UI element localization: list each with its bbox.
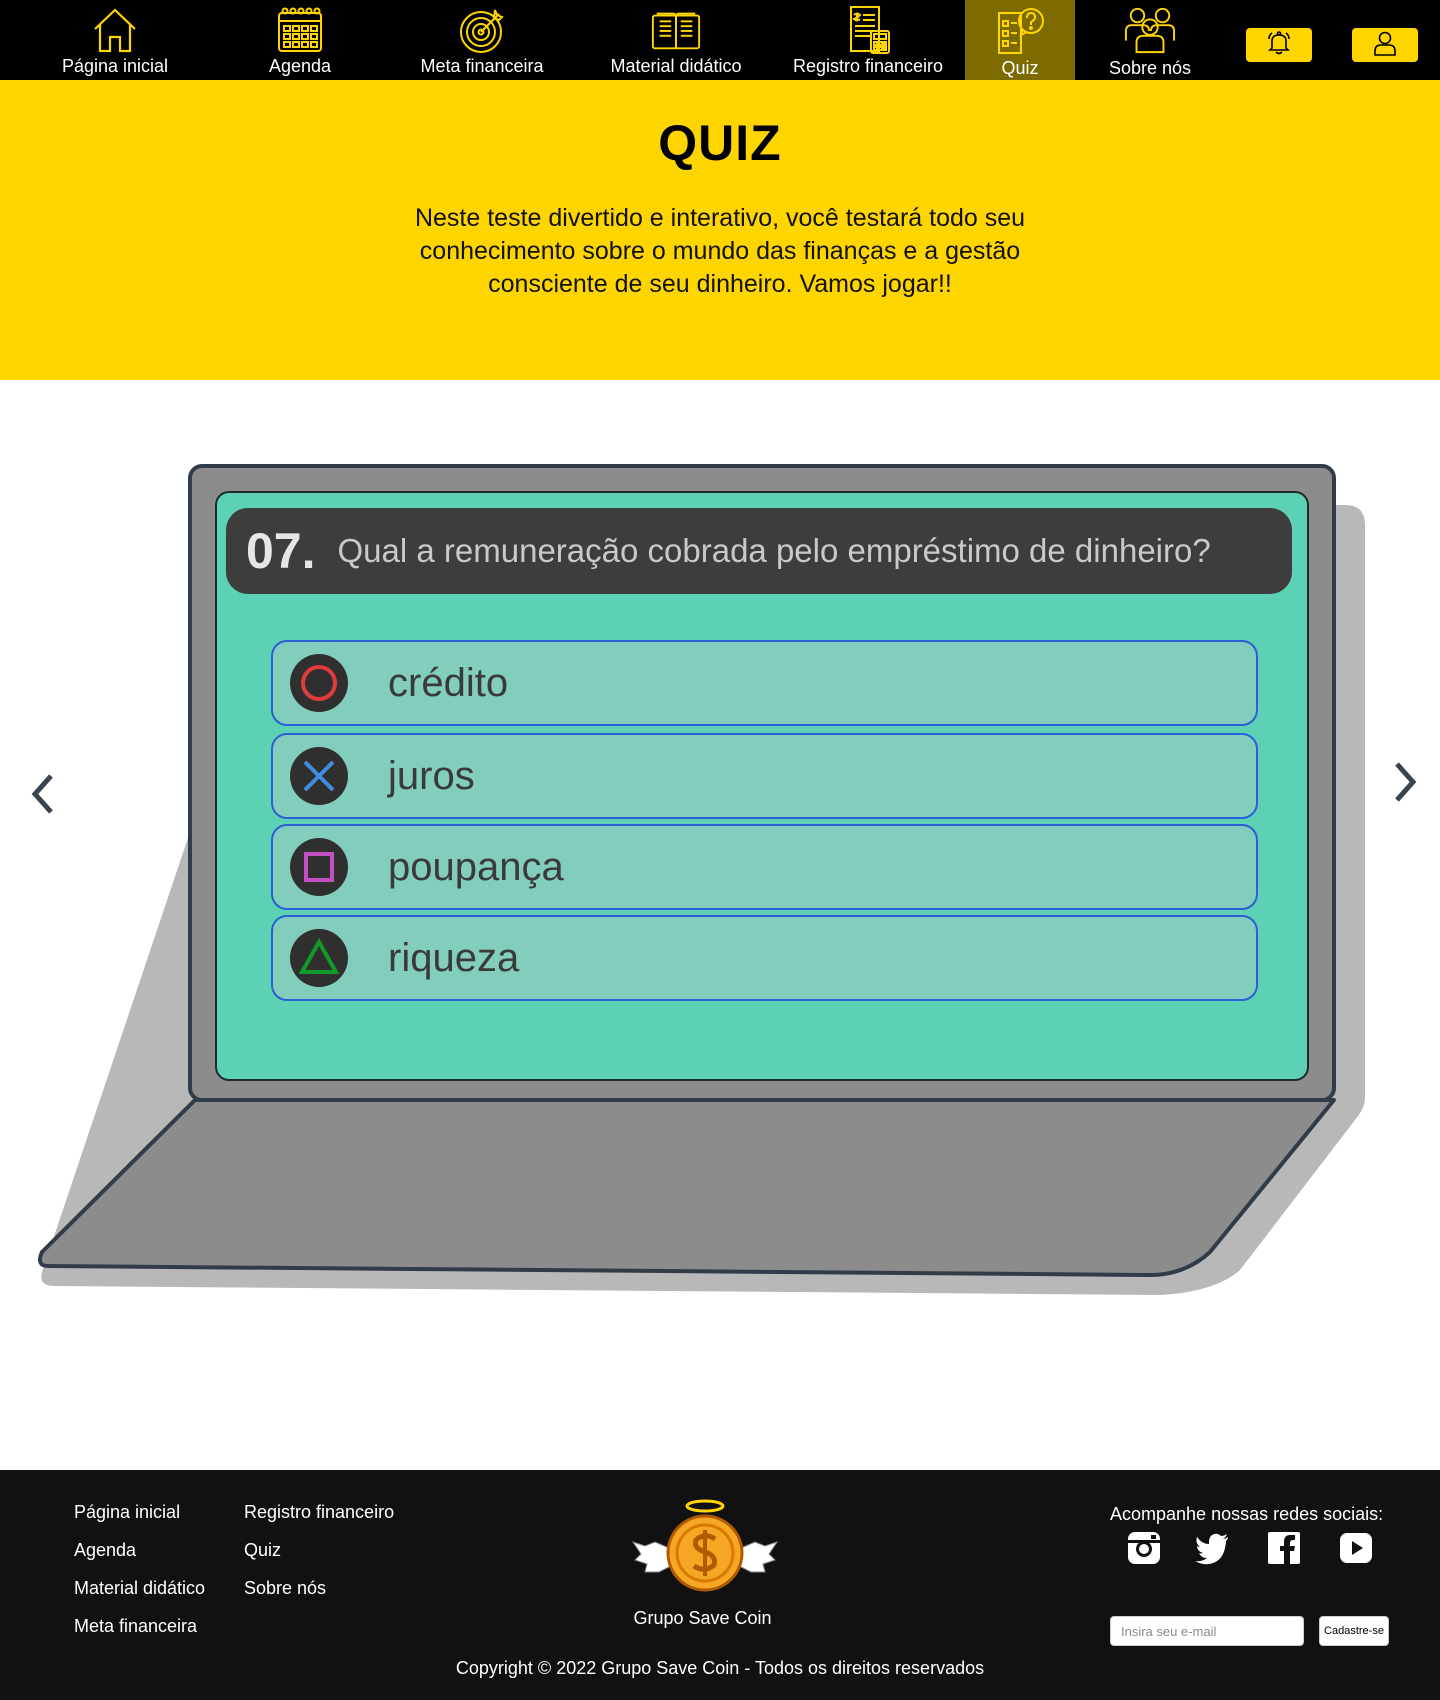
next-question-button[interactable]: [1386, 754, 1426, 814]
nav-label: Agenda: [268, 56, 332, 76]
social-title: Acompanhe nossas redes sociais:: [1110, 1504, 1384, 1524]
nav-item-home[interactable]: Página inicial: [55, 0, 175, 80]
page-title: QUIZ: [658, 115, 782, 171]
footer-link-meta-financeira[interactable]: Meta financeira: [74, 1616, 197, 1637]
square-icon: [290, 838, 348, 896]
footer-link-sobre-nos[interactable]: Sobre nós: [244, 1578, 326, 1599]
nav-label: Quiz: [1001, 58, 1039, 78]
top-nav: Página inicial Agenda Meta financeira Ma…: [0, 0, 1440, 80]
option-label: poupança: [388, 844, 564, 889]
ledger-icon: [842, 4, 894, 56]
nav-label: Material didático: [610, 56, 742, 76]
footer-link-registro-financeiro[interactable]: Registro financeiro: [244, 1502, 394, 1523]
footer-link-agenda[interactable]: Agenda: [74, 1540, 136, 1561]
quiz-laptop: 07. Qual a remuneração cobrada pelo empr…: [0, 440, 1440, 1340]
youtube-icon[interactable]: [1338, 1530, 1374, 1566]
user-icon: [1372, 30, 1398, 61]
newsletter-email-input[interactable]: [1110, 1616, 1304, 1646]
nav-label: Página inicial: [61, 56, 169, 76]
nav-label: Registro financeiro: [792, 56, 944, 76]
nav-item-meta-financeira[interactable]: Meta financeira: [412, 0, 552, 80]
nav-item-registro-financeiro[interactable]: Registro financeiro: [790, 0, 946, 80]
nav-label: Sobre nós: [1108, 58, 1192, 78]
calendar-icon: [274, 4, 326, 56]
home-icon: [89, 4, 141, 56]
bell-icon: [1266, 30, 1292, 61]
previous-question-button[interactable]: [22, 766, 62, 826]
footer: Página inicial Agenda Material didático …: [0, 1470, 1440, 1700]
target-icon: [456, 4, 508, 56]
hero-description: Neste teste divertido e interativo, você…: [414, 204, 1026, 298]
nav-item-sobre-nos[interactable]: Sobre nós: [1095, 0, 1205, 80]
team-icon: [1124, 4, 1176, 56]
copyright-text: Copyright © 2022 Grupo Save Coin - Todos…: [455, 1658, 985, 1678]
nav-item-agenda[interactable]: Agenda: [250, 0, 350, 80]
nav-item-material-didatico[interactable]: Material didático: [605, 0, 747, 80]
profile-button[interactable]: [1352, 28, 1418, 62]
question-number: 07.: [246, 523, 316, 579]
quiz-icon: [994, 4, 1046, 56]
facebook-icon[interactable]: [1266, 1530, 1302, 1566]
question-bar: 07. Qual a remuneração cobrada pelo empr…: [226, 508, 1292, 594]
footer-brand: Grupo Save Coin: [633, 1608, 772, 1628]
answer-option-credito[interactable]: crédito: [271, 640, 1258, 726]
chevron-left-icon: [27, 772, 57, 821]
cross-icon: [290, 747, 348, 805]
circle-icon: [290, 654, 348, 712]
instagram-icon[interactable]: [1126, 1530, 1162, 1566]
notification-button[interactable]: [1246, 28, 1312, 62]
question-text: Qual a remuneração cobrada pelo emprésti…: [337, 532, 1211, 569]
option-label: crédito: [388, 660, 509, 705]
footer-link-material-didatico[interactable]: Material didático: [74, 1578, 205, 1599]
hero-banner: QUIZ Neste teste divertido e interativo,…: [0, 80, 1440, 380]
footer-link-home[interactable]: Página inicial: [74, 1502, 180, 1523]
answer-option-riqueza[interactable]: riqueza: [271, 915, 1258, 1001]
book-icon: [650, 4, 702, 56]
option-label: juros: [388, 753, 475, 798]
twitter-icon[interactable]: [1194, 1530, 1230, 1566]
nav-label: Meta financeira: [420, 56, 544, 76]
footer-link-quiz[interactable]: Quiz: [244, 1540, 281, 1561]
signup-button[interactable]: Cadastre-se: [1319, 1616, 1389, 1646]
nav-item-quiz[interactable]: Quiz: [965, 0, 1075, 80]
option-label: riqueza: [388, 935, 520, 980]
answer-option-poupanca[interactable]: poupança: [271, 824, 1258, 910]
answer-option-juros[interactable]: juros: [271, 733, 1258, 819]
save-coin-logo: [625, 1498, 785, 1608]
chevron-right-icon: [1391, 760, 1421, 809]
triangle-icon: [290, 929, 348, 987]
